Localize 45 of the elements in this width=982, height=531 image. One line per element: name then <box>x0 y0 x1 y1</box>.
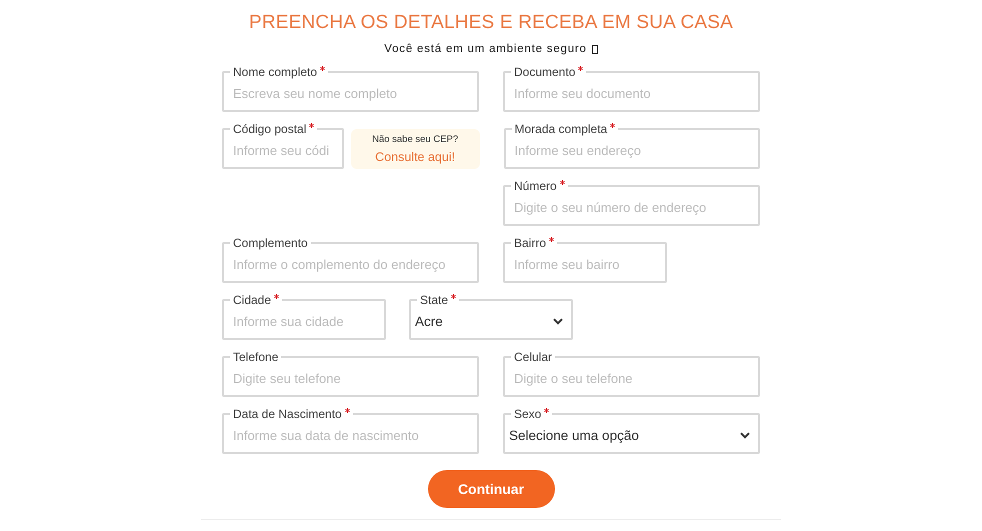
field-label: Morada completa <box>514 122 608 136</box>
text-input[interactable]: Informe seu documento <box>505 79 758 110</box>
form-field[interactable]: Celular Digite o seu telefone <box>503 350 760 397</box>
field-label: State <box>420 293 448 307</box>
field-label: Data de Nascimento <box>233 407 342 421</box>
form-field[interactable]: Complemento Informe o complemento do endereço <box>222 236 479 283</box>
field-label: Celular <box>514 350 552 364</box>
chevron-down-icon <box>553 318 563 324</box>
field-label: Bairro <box>514 236 546 250</box>
form-field[interactable]: Cidade Informe sua cidade <box>222 293 386 340</box>
field-label: Código postal <box>233 122 306 136</box>
dropdown[interactable]: Sexo Selecione uma opção <box>503 407 760 454</box>
dropdown-value: Selecione uma opção <box>509 428 639 442</box>
field-label: Documento <box>514 65 576 79</box>
form-field[interactable]: Telefone Digite seu telefone <box>222 350 479 397</box>
form-field[interactable]: Documento Informe seu documento <box>503 65 760 112</box>
security-note: Você está em um ambiente seguro <box>384 43 587 55</box>
text-input[interactable]: Digite seu telefone <box>224 364 477 395</box>
field-label: Cidade <box>233 293 272 307</box>
text-input[interactable]: Informe seu códi <box>224 136 342 167</box>
text-input[interactable]: Digite o seu telefone <box>505 364 758 395</box>
form-field[interactable]: Morada completa Informe seu endereço <box>504 122 760 169</box>
field-label: Sexo <box>514 407 542 421</box>
field-label: Telefone <box>233 350 278 364</box>
field-label: Número <box>514 179 557 193</box>
dropdown-value: Acre <box>415 314 443 328</box>
form-field[interactable]: Bairro Informe seu bairro <box>503 236 667 283</box>
field-label: Nome completo <box>233 65 318 79</box>
text-input[interactable]: Informe seu bairro <box>505 250 665 281</box>
text-input[interactable]: Informe sua cidade <box>224 307 384 338</box>
help-question: Não sabe seu CEP? <box>372 134 458 145</box>
page-heading: PREENCHA OS DETALHES E RECEBA EM SUA CASA <box>248 12 734 34</box>
text-input[interactable]: Informe seu endereço <box>506 136 758 167</box>
missing-glyph-icon <box>592 44 598 54</box>
form-field[interactable]: Código postal Informe seu códi <box>222 122 344 169</box>
dropdown[interactable]: State Acre <box>409 293 573 340</box>
text-input[interactable]: Informe o complemento do endereço <box>224 250 477 281</box>
text-input[interactable]: Informe sua data de nascimento <box>224 421 477 452</box>
text-input[interactable]: Digite o seu número de endereço <box>505 193 758 224</box>
text-input[interactable]: Escreva seu nome completo <box>224 79 477 110</box>
field-label: Complemento <box>233 236 308 250</box>
form-field[interactable]: Data de Nascimento Informe sua data de nascimento <box>222 407 479 454</box>
form-field[interactable]: Número Digite o seu número de endereço <box>503 179 760 226</box>
form-field[interactable]: Nome completo Escreva seu nome completo <box>222 65 479 112</box>
chevron-down-icon <box>740 432 750 438</box>
